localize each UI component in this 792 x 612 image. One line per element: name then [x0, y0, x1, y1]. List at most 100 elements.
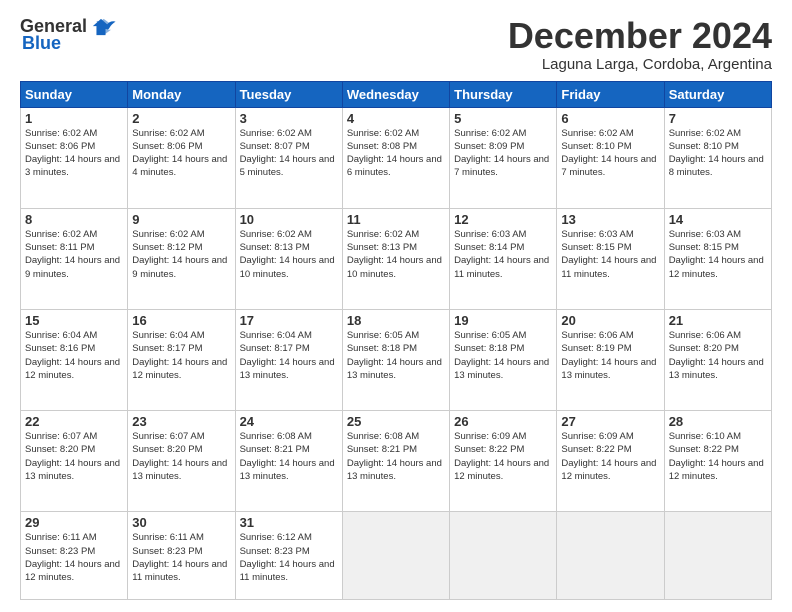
- day-info: Sunrise: 6:08 AMSunset: 8:21 PMDaylight:…: [347, 430, 445, 483]
- day-info: Sunrise: 6:02 AMSunset: 8:08 PMDaylight:…: [347, 127, 445, 180]
- day-number: 3: [240, 111, 338, 126]
- calendar-day-11: 11Sunrise: 6:02 AMSunset: 8:13 PMDayligh…: [342, 208, 449, 309]
- day-info: Sunrise: 6:04 AMSunset: 8:17 PMDaylight:…: [240, 329, 338, 382]
- day-number: 20: [561, 313, 659, 328]
- logo-blue: Blue: [22, 33, 61, 54]
- day-number: 19: [454, 313, 552, 328]
- calendar-day-12: 12Sunrise: 6:03 AMSunset: 8:14 PMDayligh…: [450, 208, 557, 309]
- day-info: Sunrise: 6:05 AMSunset: 8:18 PMDaylight:…: [454, 329, 552, 382]
- day-info: Sunrise: 6:02 AMSunset: 8:06 PMDaylight:…: [132, 127, 230, 180]
- calendar-day-29: 29Sunrise: 6:11 AMSunset: 8:23 PMDayligh…: [21, 512, 128, 600]
- day-number: 17: [240, 313, 338, 328]
- calendar-day-19: 19Sunrise: 6:05 AMSunset: 8:18 PMDayligh…: [450, 309, 557, 410]
- month-title: December 2024: [508, 16, 772, 56]
- day-number: 27: [561, 414, 659, 429]
- day-info: Sunrise: 6:11 AMSunset: 8:23 PMDaylight:…: [132, 531, 230, 584]
- header: General Blue December 2024 Laguna Larga,…: [20, 16, 772, 73]
- day-number: 4: [347, 111, 445, 126]
- calendar-day-6: 6Sunrise: 6:02 AMSunset: 8:10 PMDaylight…: [557, 107, 664, 208]
- calendar-empty: [450, 512, 557, 600]
- day-number: 21: [669, 313, 767, 328]
- calendar-day-17: 17Sunrise: 6:04 AMSunset: 8:17 PMDayligh…: [235, 309, 342, 410]
- calendar-header-thursday: Thursday: [450, 81, 557, 107]
- calendar-day-7: 7Sunrise: 6:02 AMSunset: 8:10 PMDaylight…: [664, 107, 771, 208]
- calendar-empty: [557, 512, 664, 600]
- day-number: 30: [132, 515, 230, 530]
- calendar-header-friday: Friday: [557, 81, 664, 107]
- calendar-header-monday: Monday: [128, 81, 235, 107]
- day-number: 24: [240, 414, 338, 429]
- calendar-header-sunday: Sunday: [21, 81, 128, 107]
- day-info: Sunrise: 6:11 AMSunset: 8:23 PMDaylight:…: [25, 531, 123, 584]
- day-number: 29: [25, 515, 123, 530]
- calendar-empty: [664, 512, 771, 600]
- day-number: 12: [454, 212, 552, 227]
- day-number: 7: [669, 111, 767, 126]
- day-number: 6: [561, 111, 659, 126]
- location: Laguna Larga, Cordoba, Argentina: [508, 56, 772, 73]
- calendar-day-5: 5Sunrise: 6:02 AMSunset: 8:09 PMDaylight…: [450, 107, 557, 208]
- day-info: Sunrise: 6:02 AMSunset: 8:13 PMDaylight:…: [347, 228, 445, 281]
- calendar-day-27: 27Sunrise: 6:09 AMSunset: 8:22 PMDayligh…: [557, 411, 664, 512]
- day-number: 11: [347, 212, 445, 227]
- calendar-day-15: 15Sunrise: 6:04 AMSunset: 8:16 PMDayligh…: [21, 309, 128, 410]
- calendar-day-13: 13Sunrise: 6:03 AMSunset: 8:15 PMDayligh…: [557, 208, 664, 309]
- day-info: Sunrise: 6:04 AMSunset: 8:17 PMDaylight:…: [132, 329, 230, 382]
- day-info: Sunrise: 6:07 AMSunset: 8:20 PMDaylight:…: [25, 430, 123, 483]
- day-number: 26: [454, 414, 552, 429]
- day-number: 22: [25, 414, 123, 429]
- calendar-header-tuesday: Tuesday: [235, 81, 342, 107]
- day-number: 23: [132, 414, 230, 429]
- day-info: Sunrise: 6:03 AMSunset: 8:14 PMDaylight:…: [454, 228, 552, 281]
- calendar-row-3: 15Sunrise: 6:04 AMSunset: 8:16 PMDayligh…: [21, 309, 772, 410]
- day-number: 2: [132, 111, 230, 126]
- calendar-day-4: 4Sunrise: 6:02 AMSunset: 8:08 PMDaylight…: [342, 107, 449, 208]
- day-number: 9: [132, 212, 230, 227]
- calendar: SundayMondayTuesdayWednesdayThursdayFrid…: [20, 81, 772, 600]
- calendar-day-9: 9Sunrise: 6:02 AMSunset: 8:12 PMDaylight…: [128, 208, 235, 309]
- calendar-day-10: 10Sunrise: 6:02 AMSunset: 8:13 PMDayligh…: [235, 208, 342, 309]
- calendar-day-18: 18Sunrise: 6:05 AMSunset: 8:18 PMDayligh…: [342, 309, 449, 410]
- day-number: 18: [347, 313, 445, 328]
- day-info: Sunrise: 6:02 AMSunset: 8:07 PMDaylight:…: [240, 127, 338, 180]
- title-block: December 2024 Laguna Larga, Cordoba, Arg…: [508, 16, 772, 73]
- calendar-day-31: 31Sunrise: 6:12 AMSunset: 8:23 PMDayligh…: [235, 512, 342, 600]
- calendar-day-28: 28Sunrise: 6:10 AMSunset: 8:22 PMDayligh…: [664, 411, 771, 512]
- day-info: Sunrise: 6:06 AMSunset: 8:19 PMDaylight:…: [561, 329, 659, 382]
- day-number: 25: [347, 414, 445, 429]
- calendar-empty: [342, 512, 449, 600]
- day-number: 5: [454, 111, 552, 126]
- logo-bird-icon: [95, 15, 117, 37]
- day-number: 10: [240, 212, 338, 227]
- day-info: Sunrise: 6:02 AMSunset: 8:10 PMDaylight:…: [561, 127, 659, 180]
- calendar-day-14: 14Sunrise: 6:03 AMSunset: 8:15 PMDayligh…: [664, 208, 771, 309]
- calendar-day-3: 3Sunrise: 6:02 AMSunset: 8:07 PMDaylight…: [235, 107, 342, 208]
- day-info: Sunrise: 6:02 AMSunset: 8:13 PMDaylight:…: [240, 228, 338, 281]
- calendar-row-2: 8Sunrise: 6:02 AMSunset: 8:11 PMDaylight…: [21, 208, 772, 309]
- calendar-day-25: 25Sunrise: 6:08 AMSunset: 8:21 PMDayligh…: [342, 411, 449, 512]
- calendar-day-1: 1Sunrise: 6:02 AMSunset: 8:06 PMDaylight…: [21, 107, 128, 208]
- logo: General Blue: [20, 16, 117, 54]
- day-info: Sunrise: 6:09 AMSunset: 8:22 PMDaylight:…: [561, 430, 659, 483]
- day-info: Sunrise: 6:06 AMSunset: 8:20 PMDaylight:…: [669, 329, 767, 382]
- day-info: Sunrise: 6:07 AMSunset: 8:20 PMDaylight:…: [132, 430, 230, 483]
- calendar-day-26: 26Sunrise: 6:09 AMSunset: 8:22 PMDayligh…: [450, 411, 557, 512]
- day-info: Sunrise: 6:05 AMSunset: 8:18 PMDaylight:…: [347, 329, 445, 382]
- day-info: Sunrise: 6:02 AMSunset: 8:11 PMDaylight:…: [25, 228, 123, 281]
- calendar-day-23: 23Sunrise: 6:07 AMSunset: 8:20 PMDayligh…: [128, 411, 235, 512]
- calendar-day-2: 2Sunrise: 6:02 AMSunset: 8:06 PMDaylight…: [128, 107, 235, 208]
- calendar-day-16: 16Sunrise: 6:04 AMSunset: 8:17 PMDayligh…: [128, 309, 235, 410]
- day-info: Sunrise: 6:02 AMSunset: 8:10 PMDaylight:…: [669, 127, 767, 180]
- day-number: 28: [669, 414, 767, 429]
- calendar-header-wednesday: Wednesday: [342, 81, 449, 107]
- day-number: 31: [240, 515, 338, 530]
- day-number: 8: [25, 212, 123, 227]
- day-number: 15: [25, 313, 123, 328]
- calendar-day-8: 8Sunrise: 6:02 AMSunset: 8:11 PMDaylight…: [21, 208, 128, 309]
- day-number: 1: [25, 111, 123, 126]
- day-info: Sunrise: 6:03 AMSunset: 8:15 PMDaylight:…: [669, 228, 767, 281]
- calendar-row-1: 1 Sunrise: 6:02 AMSunset: 8:06 PMDaylight…: [21, 107, 772, 208]
- day-info: Sunrise: 6:12 AMSunset: 8:23 PMDaylight:…: [240, 531, 338, 584]
- day-number: 14: [669, 212, 767, 227]
- day-number: 16: [132, 313, 230, 328]
